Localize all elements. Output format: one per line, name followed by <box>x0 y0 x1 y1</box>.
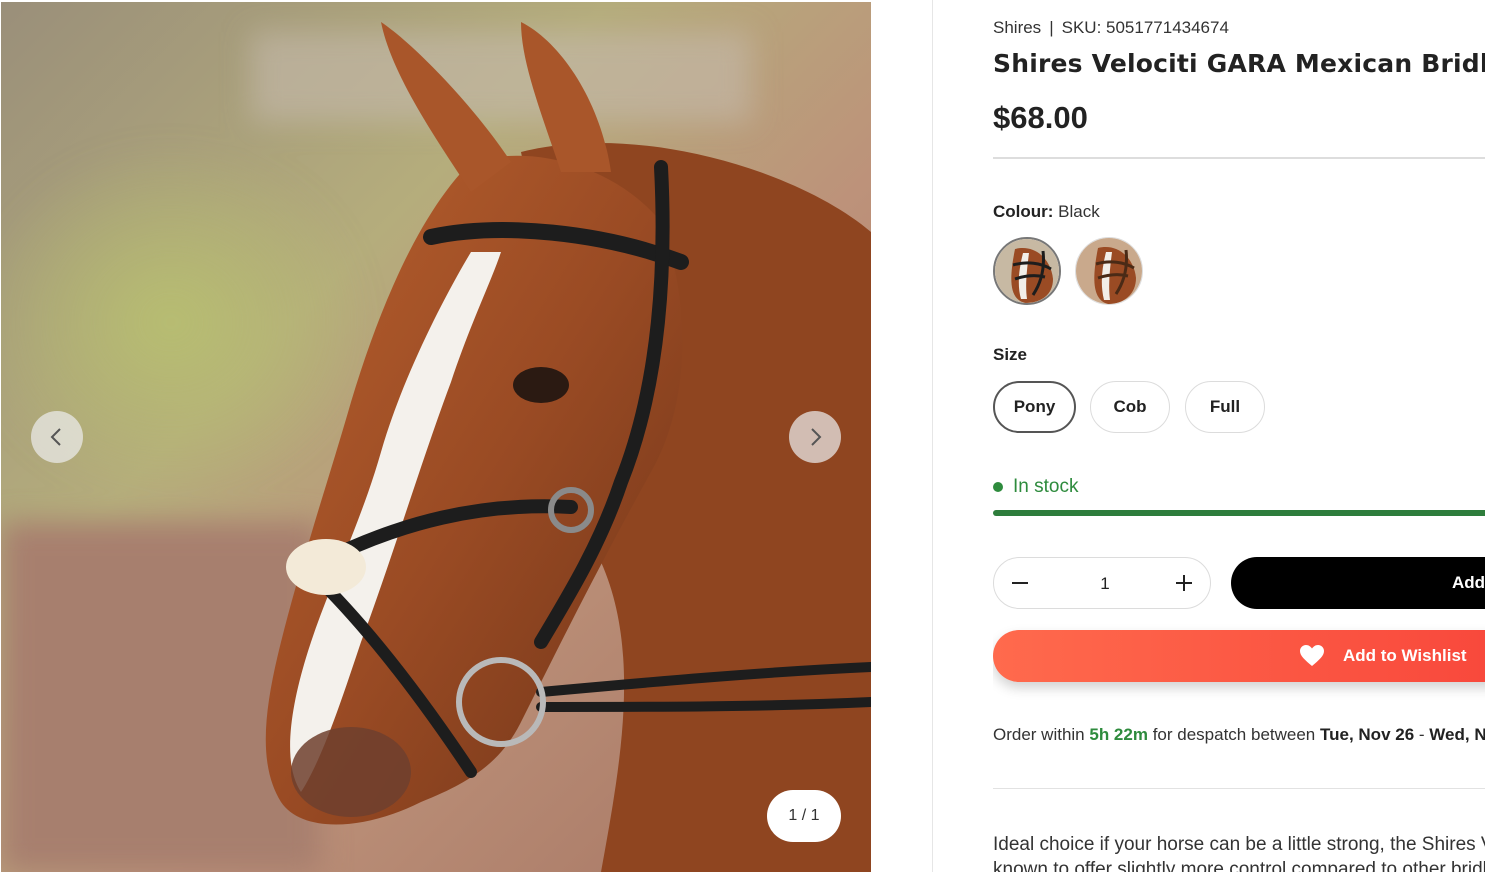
product-image <box>1 2 871 872</box>
order-middle: for despatch between <box>1152 725 1316 744</box>
order-prefix: Order within <box>993 725 1085 744</box>
divider <box>993 788 1485 789</box>
gallery-prev-button[interactable] <box>31 411 83 463</box>
divider <box>993 157 1485 159</box>
despatch-info: Order within 5h 22m for despatch between… <box>993 725 1485 745</box>
stock-dot-icon <box>993 482 1003 492</box>
quantity-stepper <box>993 557 1211 609</box>
description-line: Ideal choice if your horse can be a litt… <box>993 834 1485 855</box>
colour-swatch-black[interactable] <box>993 237 1061 305</box>
stock-level-bar <box>993 510 1485 516</box>
meta-separator: | <box>1049 18 1054 37</box>
image-counter: 1 / 1 <box>767 790 841 842</box>
brand-link[interactable]: Shires <box>993 18 1041 37</box>
quantity-increase-button[interactable] <box>1158 558 1210 608</box>
colour-selected-value: Black <box>1058 202 1100 221</box>
colour-swatch-brown[interactable] <box>1075 237 1143 305</box>
product-description: Ideal choice if your horse can be a litt… <box>993 832 1485 872</box>
plus-icon <box>1176 575 1192 591</box>
stock-status: In stock <box>993 476 1078 498</box>
size-option-pony[interactable]: Pony <box>993 381 1076 433</box>
colour-label: Colour: Black <box>993 202 1100 222</box>
product-image-gallery: 1 / 1 <box>1 2 871 872</box>
swatch-thumbnail <box>1076 238 1142 304</box>
date-dash: - <box>1418 725 1425 744</box>
quantity-input[interactable] <box>1054 570 1156 598</box>
add-to-cart-button[interactable]: Add <box>1231 557 1485 609</box>
sku-text: SKU: 5051771434674 <box>1061 18 1229 37</box>
heart-icon <box>1300 645 1324 666</box>
chevron-right-icon <box>811 428 822 446</box>
size-option-full[interactable]: Full <box>1185 381 1265 433</box>
swatch-thumbnail <box>995 239 1059 303</box>
product-title: Shires Velociti GARA Mexican Bridle <box>993 49 1485 78</box>
quantity-decrease-button[interactable] <box>994 558 1046 608</box>
despatch-date-to: Wed, No <box>1429 725 1485 744</box>
stock-level-fill <box>993 510 1485 516</box>
chevron-left-icon <box>50 428 61 446</box>
colour-label-title: Colour: <box>993 202 1054 221</box>
product-info-panel: Shires | SKU: 5051771434674 Shires Velocit… <box>993 0 1485 872</box>
order-countdown: 5h 22m <box>1089 725 1148 744</box>
stock-text: In stock <box>1013 476 1079 497</box>
minus-icon <box>1012 582 1028 584</box>
despatch-date-from: Tue, Nov 26 <box>1320 725 1415 744</box>
column-divider <box>932 0 933 872</box>
size-label: Size <box>993 345 1028 364</box>
size-option-cob[interactable]: Cob <box>1090 381 1170 433</box>
wishlist-label: Add to Wishlist <box>1343 646 1467 665</box>
gallery-next-button[interactable] <box>789 411 841 463</box>
product-price: $68.00 <box>993 100 1088 135</box>
product-meta: Shires | SKU: 5051771434674 <box>993 18 1229 38</box>
description-line: known to offer slightly more control com… <box>993 859 1485 872</box>
add-to-wishlist-button[interactable]: Add to Wishlist <box>993 630 1485 682</box>
